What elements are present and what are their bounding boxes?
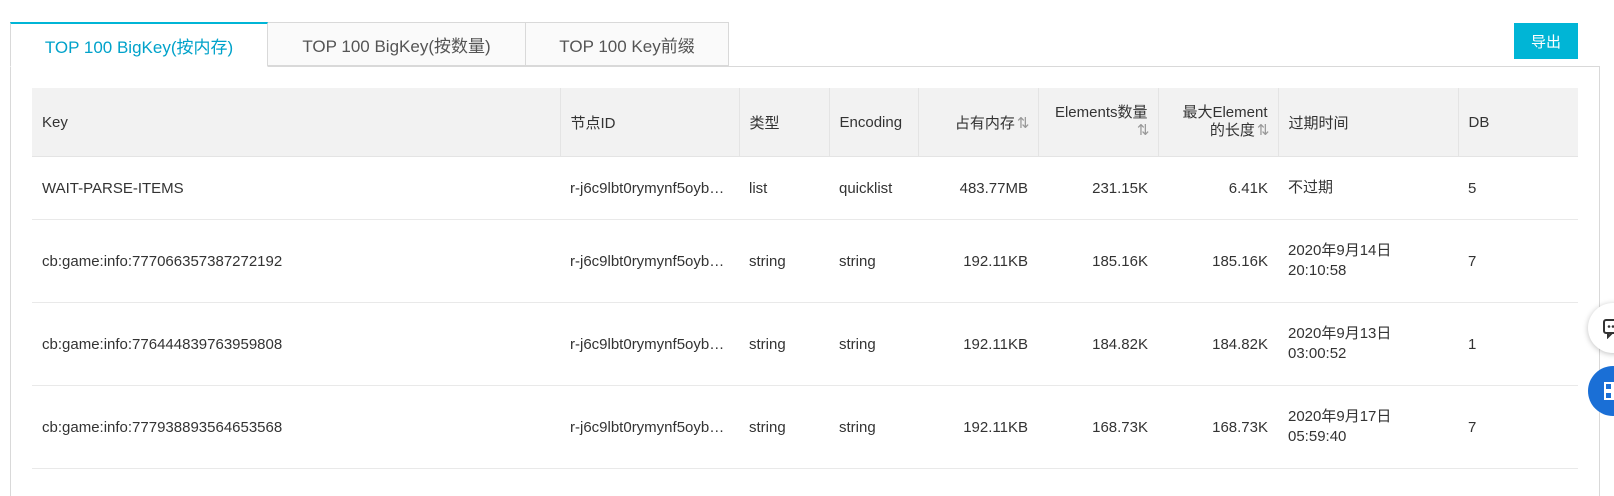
- cell-expire-time: 03:00:52: [1288, 345, 1347, 362]
- cell-encoding: string: [829, 302, 918, 386]
- tab-key-prefix[interactable]: TOP 100 Key前缀: [526, 22, 729, 66]
- cell-elements: 231.15K: [1038, 156, 1158, 220]
- header-key: Key: [32, 88, 561, 157]
- cell-expire: 不过期: [1278, 156, 1458, 220]
- cell-key: cb:game:info:776444839763959808: [32, 302, 560, 386]
- cell-db: 1: [1458, 302, 1578, 386]
- sort-icon[interactable]: ⇅: [1257, 122, 1270, 139]
- cell-elements: 185.16K: [1038, 219, 1158, 303]
- sort-icon[interactable]: ⇅: [1017, 115, 1030, 132]
- header-expire: 过期时间: [1278, 88, 1459, 157]
- cell-type: string: [739, 302, 829, 386]
- tab-bigkey-memory[interactable]: TOP 100 BigKey(按内存): [10, 22, 268, 67]
- table-row: cb:game:info:776444839763959808 r-j6c9lb…: [32, 302, 1578, 386]
- cell-expire-date: 2020年9月17日: [1288, 408, 1392, 425]
- bigkey-table: Key 节点ID 类型 Encoding 占有内存 ⇅ Elements数量 ⇅ …: [32, 88, 1578, 469]
- cell-key: cb:game:info:777066357387272192: [32, 219, 560, 303]
- sort-icon[interactable]: ⇅: [1137, 122, 1150, 139]
- export-button[interactable]: 导出: [1514, 23, 1578, 59]
- cell-node-id: r-j6c9lbt0rymynf5oyb…: [560, 219, 739, 303]
- cell-expire-time: 20:10:58: [1288, 262, 1347, 279]
- header-elements[interactable]: Elements数量 ⇅: [1038, 88, 1159, 157]
- tab-bar: TOP 100 BigKey(按内存) TOP 100 BigKey(按数量) …: [10, 22, 729, 67]
- header-elements-label: Elements数量: [1054, 104, 1148, 121]
- cell-encoding: quicklist: [829, 156, 918, 220]
- cell-type: string: [739, 385, 829, 469]
- chat-icon: [1603, 319, 1614, 339]
- cell-type: list: [739, 156, 829, 220]
- header-memory-label: 占有内存: [954, 114, 1015, 132]
- cell-memory: 192.11KB: [918, 385, 1038, 469]
- cell-db: 5: [1458, 156, 1578, 220]
- cell-db: 7: [1458, 219, 1578, 303]
- cell-max-length: 6.41K: [1158, 156, 1278, 220]
- cell-max-length: 168.73K: [1158, 385, 1278, 469]
- tab-bigkey-count[interactable]: TOP 100 BigKey(按数量): [268, 22, 526, 66]
- header-encoding: Encoding: [829, 88, 919, 157]
- table-row: cb:game:info:777066357387272192 r-j6c9lb…: [32, 219, 1578, 303]
- cell-expire: 2020年9月17日 05:59:40: [1278, 385, 1458, 469]
- cell-expire: 2020年9月14日 20:10:58: [1278, 219, 1458, 303]
- cell-node-id: r-j6c9lbt0rymynf5oyb…: [560, 302, 739, 386]
- cell-type: string: [739, 219, 829, 303]
- cell-encoding: string: [829, 385, 918, 469]
- header-db: DB: [1458, 88, 1578, 157]
- header-max-element-label-2: 的长度: [1209, 122, 1255, 139]
- header-type: 类型: [739, 88, 830, 157]
- cell-elements: 168.73K: [1038, 385, 1158, 469]
- cell-memory: 192.11KB: [918, 219, 1038, 303]
- cell-key: cb:game:info:777938893564653568: [32, 385, 560, 469]
- grid-icon: [1604, 382, 1614, 400]
- cell-expire: 2020年9月13日 03:00:52: [1278, 302, 1458, 386]
- cell-node-id: r-j6c9lbt0rymynf5oyb…: [560, 385, 739, 469]
- cell-max-length: 185.16K: [1158, 219, 1278, 303]
- cell-expire-date: 2020年9月13日: [1288, 325, 1392, 342]
- cell-db: 7: [1458, 385, 1578, 469]
- cell-encoding: string: [829, 219, 918, 303]
- cell-expire-date: 2020年9月14日: [1288, 242, 1392, 259]
- cell-node-id: r-j6c9lbt0rymynf5oyb…: [560, 156, 739, 220]
- header-max-element-label-1: 最大Element: [1182, 104, 1268, 121]
- cell-key: WAIT-PARSE-ITEMS: [32, 156, 560, 220]
- cell-max-length: 184.82K: [1158, 302, 1278, 386]
- cell-memory: 192.11KB: [918, 302, 1038, 386]
- table-header-row: Key 节点ID 类型 Encoding 占有内存 ⇅ Elements数量 ⇅ …: [32, 88, 1578, 157]
- cell-expire-date: 不过期: [1288, 179, 1334, 196]
- cell-expire-time: 05:59:40: [1288, 428, 1347, 445]
- table-row: cb:game:info:777938893564653568 r-j6c9lb…: [32, 385, 1578, 469]
- cell-elements: 184.82K: [1038, 302, 1158, 386]
- header-max-element-length[interactable]: 最大Element 的长度 ⇅: [1158, 88, 1279, 157]
- cell-memory: 483.77MB: [918, 156, 1038, 220]
- header-memory[interactable]: 占有内存 ⇅: [918, 88, 1039, 157]
- header-node-id: 节点ID: [560, 88, 740, 157]
- table-row: WAIT-PARSE-ITEMS r-j6c9lbt0rymynf5oyb… l…: [32, 156, 1578, 220]
